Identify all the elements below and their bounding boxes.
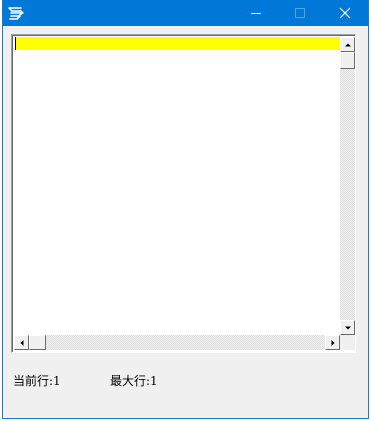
scroll-up-button[interactable] (340, 37, 355, 52)
horizontal-scrollbar[interactable] (14, 335, 340, 350)
arrow-down-icon (345, 326, 351, 330)
arrow-left-icon (20, 340, 24, 346)
maximize-button[interactable] (277, 0, 323, 26)
title-bar[interactable] (3, 0, 368, 26)
scroll-right-button[interactable] (325, 335, 340, 350)
current-line-label: 当前行: (13, 374, 54, 388)
current-line-highlight (15, 37, 340, 50)
max-line-status: 最大行:1 (110, 374, 158, 388)
max-line-label: 最大行: (110, 374, 151, 388)
maximize-icon (295, 8, 305, 18)
editor-textbox[interactable] (11, 34, 356, 353)
close-button[interactable] (322, 0, 368, 26)
max-line-value: 1 (150, 374, 158, 388)
minimize-icon (251, 13, 261, 14)
close-icon (339, 7, 351, 19)
minimize-button[interactable] (233, 0, 279, 26)
scroll-left-button[interactable] (14, 335, 29, 350)
current-line-status: 当前行:1 (13, 374, 61, 388)
current-line-value: 1 (53, 374, 61, 388)
arrow-up-icon (345, 43, 351, 47)
horizontal-scroll-thumb[interactable] (29, 335, 46, 350)
text-caret (15, 37, 16, 50)
vertical-scroll-thumb[interactable] (340, 52, 355, 69)
arrow-right-icon (331, 340, 335, 346)
vertical-scrollbar[interactable] (340, 37, 355, 335)
scroll-down-button[interactable] (340, 320, 355, 335)
app-logo-icon (7, 4, 25, 22)
scrollbar-corner (340, 335, 355, 350)
app-window: 当前行:1 最大行:1 (2, 0, 369, 419)
